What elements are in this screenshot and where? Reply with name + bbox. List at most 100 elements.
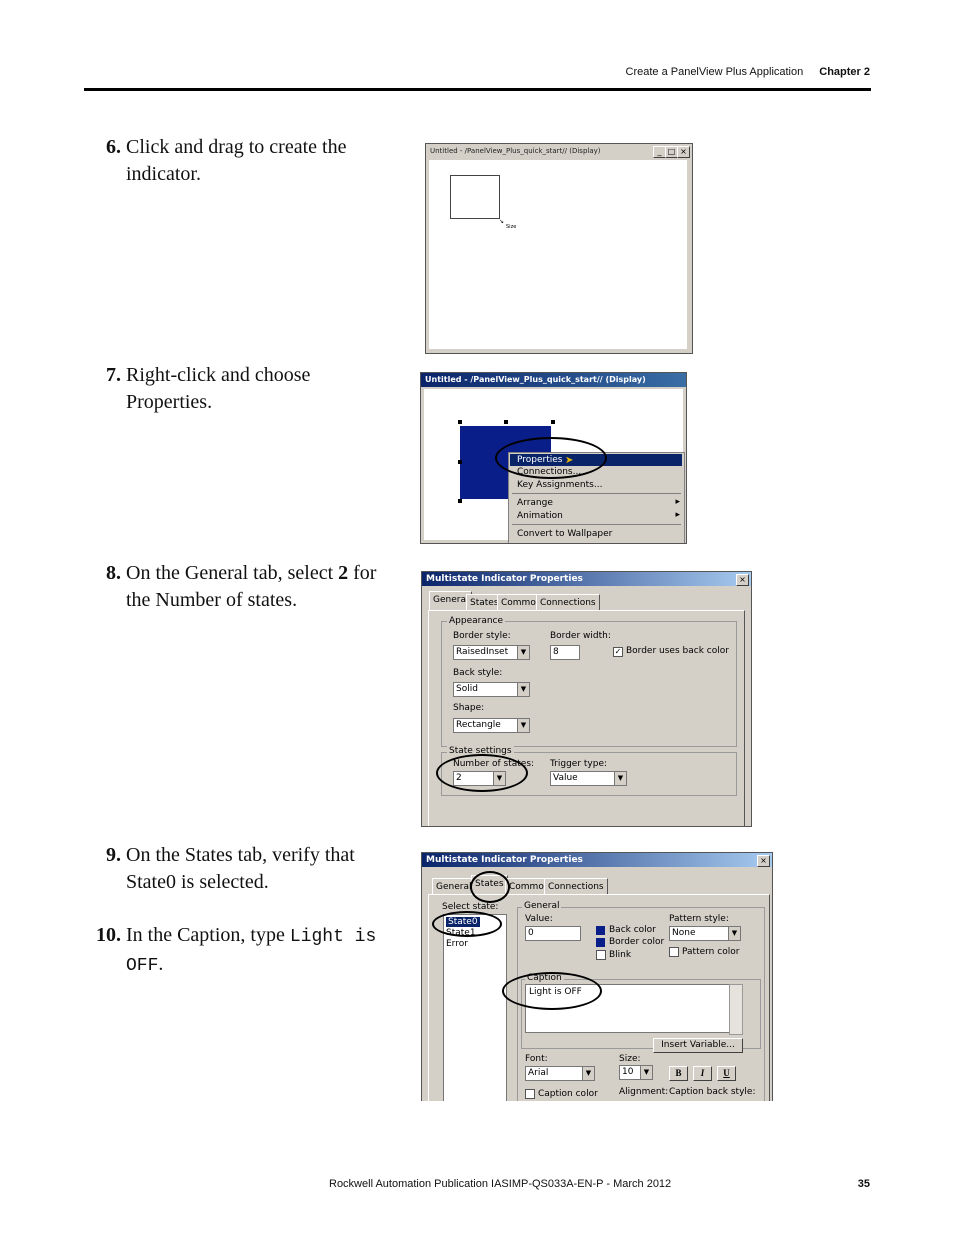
back-style-label: Back style: — [453, 668, 503, 678]
menu-item-key-assignments[interactable]: Key Assignments... — [517, 480, 602, 490]
value-input[interactable]: 0 — [525, 926, 581, 941]
font-label: Font: — [525, 1054, 548, 1064]
value-label: Value: — [525, 914, 553, 924]
screenshot-create-indicator: Untitled - /PanelView_Plus_quick_start//… — [425, 143, 693, 354]
state-list[interactable]: State0 State1 Error — [443, 914, 507, 1101]
blink-label: Blink — [609, 950, 632, 960]
back-style-select[interactable]: Solid ▼ — [453, 682, 530, 697]
pattern-color-checkbox[interactable] — [669, 947, 679, 957]
back-color-label: Back color — [609, 925, 656, 935]
pattern-style-value: None — [672, 928, 696, 938]
size-select[interactable]: 10 ▼ — [619, 1065, 653, 1080]
back-color-swatch[interactable] — [596, 926, 605, 935]
border-width-label: Border width: — [550, 631, 611, 641]
step-text: On the General tab, select 2 for the Num… — [126, 560, 391, 614]
border-color-swatch[interactable] — [596, 938, 605, 947]
underline-button[interactable]: U — [717, 1066, 736, 1081]
insert-variable-button[interactable]: Insert Variable... — [653, 1038, 743, 1053]
step-text: On the States tab, verify that State0 is… — [126, 844, 355, 893]
appearance-label: Appearance — [447, 616, 506, 626]
cursor-icon: ↘ — [499, 218, 505, 225]
caption-color-label: Caption color — [538, 1089, 598, 1099]
display-canvas[interactable]: ↘ Size — [429, 160, 687, 349]
border-style-select[interactable]: RaisedInset ▼ — [453, 645, 530, 660]
highlight-oval — [502, 972, 602, 1010]
pattern-style-select[interactable]: None ▼ — [669, 926, 741, 941]
chevron-down-icon: ▼ — [640, 1066, 652, 1079]
size-label: Size: — [619, 1054, 641, 1064]
chevron-down-icon: ▼ — [517, 646, 529, 659]
highlight-oval — [470, 871, 510, 903]
alignment-label: Alignment: — [619, 1087, 669, 1097]
indicator-outline — [450, 175, 500, 219]
close-button[interactable]: × — [677, 146, 690, 158]
trigger-type-select[interactable]: Value ▼ — [550, 771, 627, 786]
trigger-type-label: Trigger type: — [550, 759, 608, 769]
shape-value: Rectangle — [456, 720, 501, 730]
step-text-post: . — [158, 953, 164, 975]
step-text: Click and drag to create the indicator. — [126, 136, 347, 185]
pattern-style-label: Pattern style: — [669, 914, 729, 924]
chevron-down-icon: ▼ — [582, 1067, 594, 1080]
caption-color-checkbox[interactable] — [525, 1089, 535, 1099]
highlight-oval — [495, 437, 607, 479]
selection-handle[interactable] — [458, 420, 462, 424]
cursor-label: Size — [506, 224, 517, 230]
state-item[interactable]: Error — [446, 939, 468, 949]
menu-item-arrange[interactable]: Arrange — [517, 498, 553, 508]
shape-label: Shape: — [453, 703, 485, 713]
menu-separator — [512, 493, 681, 494]
tab-connections[interactable]: Connections — [536, 594, 600, 611]
tab-general[interactable]: General — [432, 878, 476, 895]
font-select[interactable]: Arial ▼ — [525, 1066, 595, 1081]
page-number: 35 — [857, 1178, 870, 1190]
italic-button[interactable]: I — [693, 1066, 712, 1081]
menu-item-convert-wallpaper[interactable]: Convert to Wallpaper — [517, 529, 612, 539]
step-text-pre: On the General tab, select — [126, 562, 339, 584]
scrollbar[interactable] — [729, 984, 743, 1035]
running-header: Create a PanelView Plus Application Chapt… — [626, 66, 871, 78]
chevron-down-icon: ▼ — [517, 683, 529, 696]
dialog-title: Multistate Indicator Properties — [422, 572, 751, 586]
shape-select[interactable]: Rectangle ▼ — [453, 718, 530, 733]
step-text-pre: In the Caption, type — [126, 924, 290, 946]
blink-checkbox[interactable] — [596, 950, 606, 960]
step-text-bold: 2 — [338, 562, 349, 584]
step-text: In the Caption, type Light is OFF. — [126, 922, 391, 980]
border-width-input[interactable]: 8 — [550, 645, 580, 660]
step-text: Right-click and choose Properties. — [126, 364, 311, 413]
font-value: Arial — [528, 1068, 549, 1078]
menu-separator — [512, 524, 681, 525]
screenshot-context-menu: Untitled - /PanelView_Plus_quick_start//… — [420, 372, 687, 544]
submenu-arrow-icon: ▸ — [675, 497, 680, 507]
border-back-checkbox[interactable]: ✓ — [613, 647, 623, 657]
header-rule — [84, 88, 871, 91]
step-number: 9. — [106, 844, 121, 866]
submenu-arrow-icon: ▸ — [675, 510, 680, 520]
chevron-down-icon: ▼ — [728, 927, 740, 940]
general-label: General — [522, 901, 562, 911]
screenshot-general-tab: Multistate Indicator Properties × Genera… — [421, 571, 752, 827]
step-number: 8. — [106, 562, 121, 584]
tab-connections[interactable]: Connections — [544, 878, 608, 895]
caption-back-style-label: Caption back style: — [669, 1087, 756, 1097]
close-button[interactable]: × — [757, 855, 770, 867]
selection-handle[interactable] — [458, 460, 462, 464]
bold-button[interactable]: B — [669, 1066, 688, 1081]
trigger-type-value: Value — [553, 773, 578, 783]
step-number: 10. — [96, 924, 121, 946]
menu-item-animation[interactable]: Animation — [517, 511, 563, 521]
highlight-oval — [436, 754, 528, 792]
header-chapter: Chapter 2 — [819, 66, 870, 78]
window-title: Untitled - /PanelView_Plus_quick_start//… — [421, 373, 686, 387]
chevron-down-icon: ▼ — [517, 719, 529, 732]
close-button[interactable]: × — [736, 574, 749, 586]
selection-handle[interactable] — [504, 420, 508, 424]
selection-handle[interactable] — [458, 499, 462, 503]
selection-handle[interactable] — [551, 420, 555, 424]
chevron-down-icon: ▼ — [614, 772, 626, 785]
header-section: Create a PanelView Plus Application — [625, 66, 804, 78]
dialog-title: Multistate Indicator Properties — [422, 853, 772, 867]
footer-publication: Rockwell Automation Publication IASIMP-Q… — [329, 1178, 672, 1190]
tab-panel: Appearance Border style: RaisedInset ▼ Bo… — [428, 610, 745, 826]
